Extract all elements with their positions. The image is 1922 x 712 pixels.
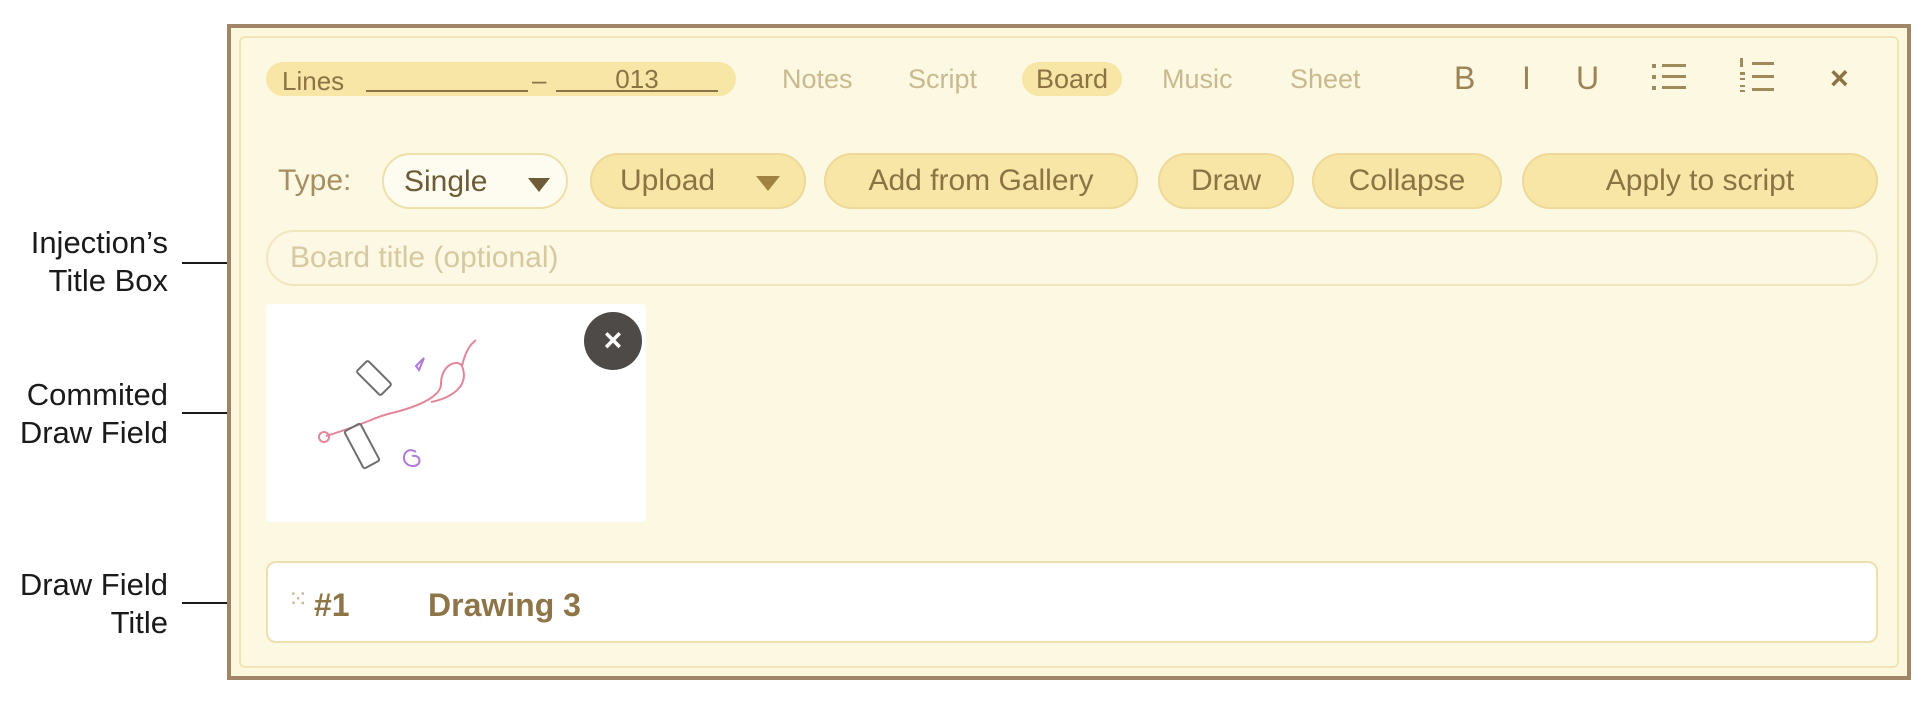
sketch-rectangle: [343, 422, 381, 470]
apply-to-script-button[interactable]: Apply to script: [1522, 153, 1878, 209]
bold-button[interactable]: B: [1454, 58, 1475, 98]
board-title-input[interactable]: [290, 238, 1850, 278]
close-panel-button[interactable]: ×: [1830, 58, 1849, 98]
annotation-draw-field-title: Draw Field Title: [0, 566, 168, 642]
line-separator: –: [532, 65, 547, 95]
line-end-underline: [556, 90, 718, 92]
draw-button[interactable]: Draw: [1158, 153, 1294, 209]
add-from-gallery-button[interactable]: Add from Gallery: [824, 153, 1138, 209]
lines-label: Lines: [282, 66, 345, 96]
tab-sheet[interactable]: Sheet: [1290, 62, 1361, 96]
underline-button[interactable]: U: [1576, 58, 1599, 98]
annotation-line: Title: [110, 605, 168, 640]
sketch-stroke: [325, 362, 465, 437]
drawing-number: #1: [314, 587, 350, 623]
sketch-stroke: [461, 339, 477, 367]
italic-button[interactable]: I: [1522, 58, 1531, 98]
sketch-stroke: [414, 357, 425, 372]
numbered-list-icon[interactable]: [1740, 58, 1776, 94]
annotation-draw-field: Commited Draw Field: [0, 376, 168, 452]
chevron-down-icon: [528, 178, 550, 192]
collapse-button[interactable]: Collapse: [1312, 153, 1502, 209]
type-label: Type:: [278, 164, 352, 197]
line-range-field[interactable]: Lines – 013: [266, 62, 736, 96]
line-start-input[interactable]: [366, 90, 528, 92]
tab-board[interactable]: Board: [1022, 62, 1123, 96]
board-title-box[interactable]: [266, 230, 1878, 286]
annotation-line: Injection’s: [30, 225, 168, 260]
upload-label: Upload: [620, 164, 716, 197]
type-select[interactable]: Single: [382, 153, 568, 209]
sketch-stroke: [318, 431, 330, 443]
annotation-title-box: Injection’s Title Box: [0, 224, 168, 300]
sketch-stroke: [402, 449, 421, 468]
drawing-title[interactable]: Drawing 3: [428, 587, 581, 624]
remove-drawing-button[interactable]: ×: [584, 312, 642, 370]
annotation-line: Commited: [26, 377, 168, 412]
chevron-down-icon: [756, 176, 780, 191]
upload-button[interactable]: Upload: [590, 153, 806, 209]
tab-notes[interactable]: Notes: [782, 62, 853, 96]
tab-music[interactable]: Music: [1162, 62, 1233, 96]
bullet-list-icon[interactable]: [1652, 62, 1688, 92]
drag-handle-icon[interactable]: ⁙: [288, 585, 308, 614]
tab-script[interactable]: Script: [908, 62, 977, 96]
annotation-line: Title Box: [48, 263, 168, 298]
draw-field-title-row[interactable]: ⁙ #1 Drawing 3: [266, 561, 1878, 643]
annotation-line: Draw Field: [19, 415, 168, 450]
sketch-rectangle: [356, 360, 392, 396]
annotation-line: Draw Field: [19, 567, 168, 602]
type-select-value: Single: [404, 165, 488, 198]
